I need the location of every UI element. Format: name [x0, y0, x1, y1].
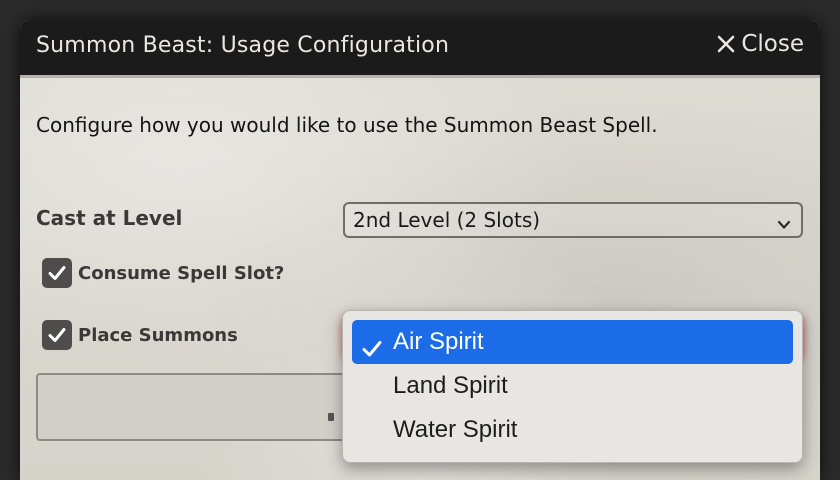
dropdown-option-land-spirit[interactable]: Land Spirit [352, 364, 793, 408]
dialog-titlebar[interactable]: Summon Beast: Usage Configuration Close [20, 20, 820, 78]
button-icon [328, 413, 334, 421]
checkmark-icon [48, 266, 66, 280]
option-label: Air Spirit [393, 328, 484, 355]
spirit-dropdown-menu[interactable]: Air Spirit Land Spirit Water Spirit [342, 310, 803, 463]
intro-text: Configure how you would like to use the … [36, 113, 658, 137]
close-icon [717, 35, 735, 53]
close-label: Close [741, 31, 804, 57]
cast-level-label: Cast at Level [36, 206, 183, 230]
place-summons-label: Place Summons [78, 324, 238, 346]
dropdown-option-air-spirit[interactable]: Air Spirit [352, 320, 793, 364]
place-summons-row: Place Summons [42, 320, 238, 350]
consume-spell-slot-label: Consume Spell Slot? [78, 262, 285, 284]
cast-level-value: 2nd Level (2 Slots) [353, 208, 541, 232]
consume-spell-slot-checkbox[interactable] [42, 258, 72, 288]
checkmark-icon [48, 328, 66, 342]
cast-level-select[interactable]: 2nd Level (2 Slots) [343, 202, 803, 238]
option-label: Land Spirit [393, 372, 508, 399]
consume-spell-slot-row: Consume Spell Slot? [42, 258, 284, 288]
dropdown-option-water-spirit[interactable]: Water Spirit [352, 408, 793, 452]
chevron-down-icon [777, 213, 791, 237]
option-label: Water Spirit [393, 416, 518, 443]
dialog-title: Summon Beast: Usage Configuration [36, 33, 450, 58]
place-summons-checkbox[interactable] [42, 320, 72, 350]
close-button[interactable]: Close [717, 31, 804, 57]
